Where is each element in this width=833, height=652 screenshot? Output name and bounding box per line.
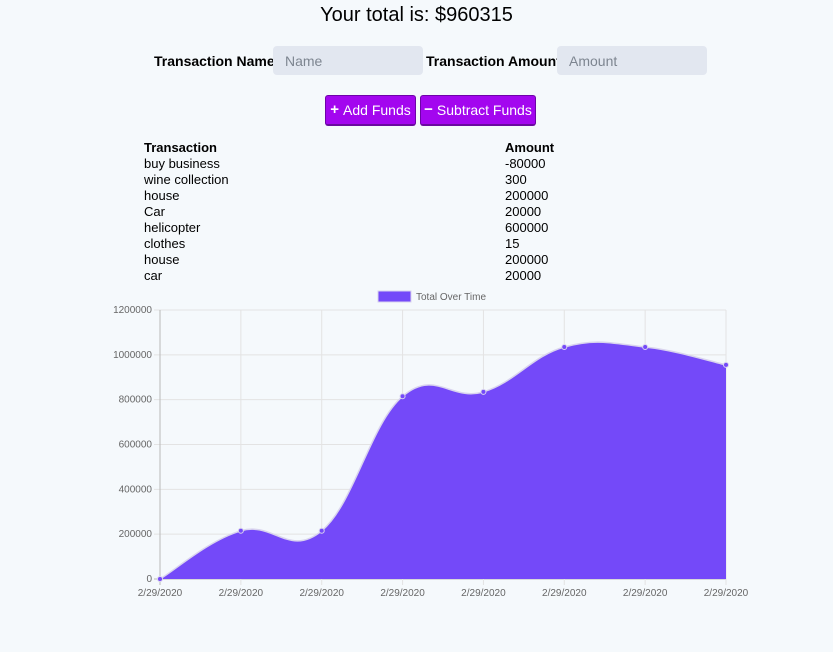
- table-row: house 200000: [142, 252, 563, 268]
- transaction-amount-cell: 600000: [505, 220, 549, 235]
- transaction-name-cell: house: [144, 188, 180, 203]
- plus-icon: +: [330, 101, 340, 118]
- data-point: [561, 343, 568, 350]
- table-row: Car 20000: [142, 204, 563, 220]
- minus-icon: −: [424, 101, 433, 118]
- legend-swatch: [377, 290, 412, 303]
- x-tick-label: 2/29/2020: [542, 588, 587, 599]
- data-point: [318, 527, 325, 534]
- transaction-name-input[interactable]: [273, 46, 423, 75]
- series-area: [160, 342, 726, 579]
- total-over-time-chart: 0 200000 400000 600000 800000 1000000 1200000 2…: [113, 290, 749, 599]
- y-tick-label: 200000: [119, 529, 153, 540]
- transaction-amount-cell: 200000: [505, 252, 549, 267]
- x-tick-label: 2/29/2020: [138, 588, 183, 599]
- transaction-name-cell: wine collection: [144, 172, 229, 187]
- transaction-name-label: Transaction Name:: [154, 53, 280, 69]
- transaction-amount-cell: 20000: [505, 268, 542, 283]
- x-tick-label: 2/29/2020: [219, 588, 264, 599]
- x-tick-label: 2/29/2020: [299, 588, 344, 599]
- table-row: house 200000: [142, 188, 563, 204]
- transaction-name-cell: clothes: [144, 236, 186, 251]
- transaction-amount-cell: 300: [505, 172, 527, 187]
- legend-label: Total Over Time: [416, 292, 486, 303]
- table-row: car 20000: [142, 268, 563, 284]
- transaction-amount-cell: 20000: [505, 204, 542, 219]
- transaction-name-cell: Car: [144, 204, 165, 219]
- data-point: [157, 575, 163, 582]
- y-tick-label: 0: [146, 574, 152, 585]
- transaction-table: Transaction Amount buy business -80000 wi…: [142, 140, 563, 284]
- table-row: wine collection 300: [142, 172, 563, 188]
- table-row: helicopter 600000: [142, 220, 563, 236]
- table-row: buy business -80000: [142, 156, 563, 172]
- subtract-funds-label: Subtract Funds: [436, 102, 532, 118]
- transaction-amount-input[interactable]: [557, 46, 707, 75]
- y-tick-label: 800000: [119, 395, 153, 406]
- y-tick-label: 1200000: [113, 305, 152, 316]
- subtract-funds-button[interactable]: − Subtract Funds: [420, 95, 536, 126]
- data-point: [399, 393, 406, 400]
- transaction-form: Transaction Name: Transaction Amount:: [0, 46, 833, 75]
- data-point: [237, 527, 244, 534]
- transaction-amount-cell: 15: [505, 236, 520, 251]
- total-heading: Your total is: $960315: [320, 4, 513, 26]
- transaction-name-cell: buy business: [144, 156, 220, 171]
- transaction-amount-label: Transaction Amount:: [426, 53, 566, 69]
- y-tick-label: 1000000: [113, 350, 152, 361]
- x-tick-label: 2/29/2020: [461, 588, 506, 599]
- data-point: [723, 361, 729, 368]
- data-point: [480, 388, 487, 395]
- table-header-row: Transaction Amount: [142, 140, 563, 156]
- transaction-amount-cell: -80000: [505, 156, 546, 171]
- x-tick-label: 2/29/2020: [380, 588, 425, 599]
- y-tick-label: 400000: [119, 484, 153, 495]
- table-row: clothes 15: [142, 236, 563, 252]
- column-header-amount: Amount: [505, 140, 555, 155]
- transaction-name-cell: house: [144, 252, 180, 267]
- x-tick-label: 2/29/2020: [704, 588, 749, 599]
- transaction-name-cell: car: [144, 268, 163, 283]
- add-funds-button[interactable]: + Add Funds: [325, 95, 416, 126]
- add-funds-label: Add Funds: [343, 102, 411, 118]
- x-tick-label: 2/29/2020: [623, 588, 668, 599]
- data-point: [642, 343, 649, 350]
- transaction-name-cell: helicopter: [144, 220, 201, 235]
- column-header-transaction: Transaction: [144, 140, 217, 155]
- transaction-amount-cell: 200000: [505, 188, 549, 203]
- y-tick-label: 600000: [119, 440, 153, 451]
